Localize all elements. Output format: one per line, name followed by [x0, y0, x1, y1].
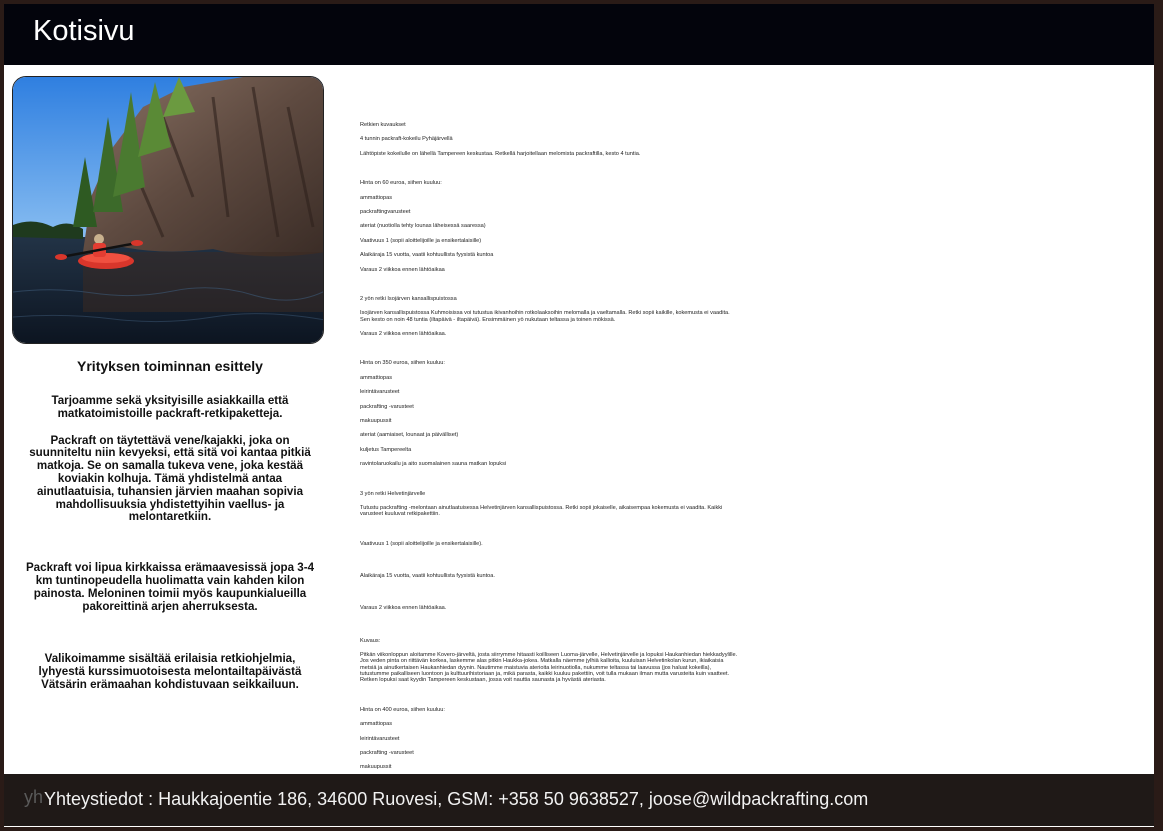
- intro-paragraph: Valikoimamme sisältää erilaisia retkiohj…: [38, 652, 302, 691]
- list-item: Varaus 2 viikkoa ennen lähtöaikaa: [360, 266, 445, 273]
- trip-price: Hinta on 60 euroa, siihen kuuluu:: [360, 180, 442, 187]
- list-item: ateriat (nuotiolla tehty lounas läheises…: [360, 223, 486, 230]
- list-item: ammattiopas: [360, 721, 393, 728]
- trip-description: Isojärven kansallispuistossa Kuhmoisissa…: [360, 310, 730, 323]
- list-item: leirintävarusteet: [360, 389, 400, 396]
- list-item: leirintävarusteet: [360, 735, 400, 742]
- list-item: Alaikäraja 15 vuotta, vaatii kohtuullist…: [360, 252, 494, 259]
- list-item: kuljetus Tampereelta: [360, 446, 412, 453]
- trip-booking: Varaus 2 viikkoa ennen lähtöaikaa.: [360, 330, 447, 337]
- intro-paragraph: Packraft voi lipua kirkkaissa erämaavesi…: [25, 561, 315, 613]
- trip-price: Hinta on 350 euroa, siihen kuuluu:: [360, 360, 445, 367]
- trip-booking: Varaus 2 viikkoa ennen lähtöaikaa.: [360, 605, 447, 612]
- trip-title: 2 yön retki Isojärven kansallispuistossa: [360, 295, 457, 302]
- footer-ghost-text: yh: [24, 787, 44, 807]
- list-item: ateriat (aamiaiset, lounaat ja päivällis…: [360, 432, 459, 439]
- contact-footer: yh Yhteystiedot : Haukkajoentie 186, 346…: [4, 774, 1154, 826]
- list-item: makuupussit: [360, 417, 392, 424]
- list-item: ravintolaruokailu ja aito suomalainen sa…: [360, 461, 507, 468]
- trip-title: 3 yön retki Helvetinjärvelle: [360, 490, 426, 497]
- trip-title: 4 tunnin packraft-kokeilu Pyhäjärvellä: [360, 136, 453, 143]
- intro-paragraph: Packraft on täytettävä vene/kajakki, jok…: [29, 433, 311, 524]
- list-item: ammattiopas: [360, 194, 393, 201]
- trip-long-description: Pitkän viikonloppun aloitamme Kovero-jär…: [360, 652, 738, 684]
- trips-heading: Retkien kuvaukset: [360, 122, 406, 128]
- trip-price: Hinta on 400 euroa, siihen kuuluu:: [360, 706, 445, 713]
- trip-description: Tutustu packrafting -melontaan ainutlaat…: [360, 504, 723, 518]
- intro-paragraph: Tarjoamme sekä yksityisille asiakkailla …: [51, 394, 289, 420]
- list-item: packrafting -varusteet: [360, 403, 414, 410]
- trip-desc-label: Kuvaus:: [360, 637, 381, 644]
- intro-heading: Yrityksen toiminnan esittely: [77, 358, 263, 374]
- page-frame: Kotisivu Yrityksen toiminnan esittely Ta…: [4, 4, 1154, 827]
- site-title[interactable]: Kotisivu: [33, 15, 135, 48]
- intro-section: Yrityksen toiminnan esittely Tarjoamme s…: [20, 358, 320, 692]
- contact-info: Yhteystiedot : Haukkajoentie 186, 34600 …: [44, 789, 869, 809]
- list-item: packrafting -varusteet: [360, 749, 414, 756]
- trip-descriptions: Retkien kuvaukset 4 tunnin packraft-koke…: [360, 122, 740, 779]
- hero-image: [12, 76, 324, 344]
- list-item: makuupussit: [360, 764, 392, 771]
- list-item: packraftingvarusteet: [360, 208, 411, 215]
- trip-difficulty: Vaativuus 1 (sopii aloittelijoille ja en…: [360, 540, 483, 547]
- trip-description: Lähtöpiste kokeilulle on lähellä Tampere…: [360, 150, 641, 157]
- trip-age-limit: Alaikäraja 15 vuotta, vaatii kohtuullist…: [360, 572, 495, 579]
- list-item: Vaativuus 1 (sopii aloittelijoille ja en…: [360, 237, 482, 244]
- list-item: ammattiopas: [360, 374, 393, 381]
- site-header: Kotisivu: [4, 4, 1154, 65]
- hero-photo: [13, 77, 323, 343]
